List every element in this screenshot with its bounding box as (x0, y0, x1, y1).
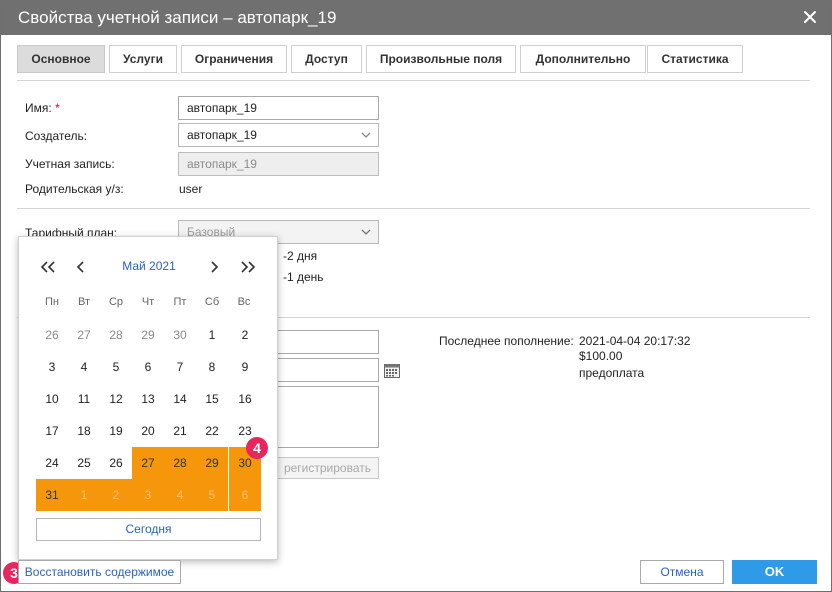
calendar-day[interactable]: 24 (36, 447, 68, 479)
account-label: Учетная запись: (25, 157, 115, 171)
calendar-month-label[interactable]: Май 2021 (79, 259, 219, 273)
calendar-day[interactable]: 27 (68, 319, 100, 351)
parent-account-label: Родительская у/з: (25, 182, 124, 196)
name-label: Имя: * (25, 101, 60, 115)
calendar-day-selected[interactable]: 5 (196, 479, 228, 511)
tab-additional[interactable]: Дополнительно (520, 45, 646, 73)
calendar-day[interactable]: 25 (68, 447, 100, 479)
account-input: автопарк_19 (178, 152, 379, 176)
account-properties-dialog: Свойства учетной записи – автопарк_19 Ос… (0, 0, 832, 592)
calendar-day[interactable]: 26 (100, 447, 132, 479)
calendar-day[interactable]: 12 (100, 383, 132, 415)
calendar-day[interactable]: 20 (132, 415, 164, 447)
tabs-divider (17, 80, 810, 81)
calendar-day[interactable]: 11 (68, 383, 100, 415)
calendar-day[interactable]: 19 (100, 415, 132, 447)
today-button[interactable]: Сегодня (36, 518, 261, 541)
weekday-wed: Ср (108, 296, 124, 308)
last-topup-amount: $100.00 (579, 349, 623, 363)
calendar-popup: Май 2021 Пн Вт Ср Чт Пт Сб Вс 26 27 28 2… (18, 236, 278, 560)
calendar-day[interactable]: 4 (68, 351, 100, 383)
calendar-day[interactable]: 28 (100, 319, 132, 351)
calendar-day-selected[interactable]: 1 (68, 479, 100, 511)
annotation-badge-4: 4 (246, 437, 268, 459)
last-topup-label: Последнее пополнение: (439, 334, 574, 348)
calendar-day[interactable]: 5 (100, 351, 132, 383)
calendar-day[interactable]: 18 (68, 415, 100, 447)
calendar-day[interactable]: 9 (229, 351, 261, 383)
chevron-down-icon (361, 132, 371, 138)
days-remaining-1: -2 дня (283, 249, 318, 263)
calendar-day[interactable]: 21 (164, 415, 196, 447)
weekday-fri: Пт (173, 296, 187, 308)
calendar-day[interactable]: 10 (36, 383, 68, 415)
calendar-day-selected[interactable]: 28 (164, 447, 196, 479)
weekday-sat: Сб (204, 296, 220, 308)
last-topup-type: предоплата (579, 366, 645, 380)
creator-label: Создатель: (25, 129, 88, 143)
calendar-day[interactable]: 7 (164, 351, 196, 383)
calendar-day-selected[interactable]: 3 (132, 479, 164, 511)
calendar-day[interactable]: 2 (229, 319, 261, 351)
weekday-tue: Вт (77, 296, 90, 308)
calendar-icon[interactable] (384, 363, 400, 378)
tab-main[interactable]: Основное (17, 45, 105, 73)
tab-restrictions[interactable]: Ограничения (181, 45, 287, 73)
calendar-day[interactable]: 6 (132, 351, 164, 383)
tab-access[interactable]: Доступ (291, 45, 362, 73)
dialog-title: Свойства учетной записи – автопарк_19 (18, 8, 337, 27)
weekday-mon: Пн (45, 296, 59, 308)
tab-statistics[interactable]: Статистика (647, 45, 743, 73)
creator-select-value: автопарк_19 (187, 128, 257, 142)
weekday-sun: Вс (237, 296, 251, 308)
calendar-day-selected[interactable]: 6 (229, 479, 261, 511)
chevron-down-icon (361, 229, 371, 235)
calendar-day[interactable]: 3 (36, 351, 68, 383)
name-input[interactable]: автопарк_19 (178, 96, 379, 120)
dialog-titlebar: Свойства учетной записи – автопарк_19 (1, 1, 831, 35)
tab-custom-fields[interactable]: Произвольные поля (366, 45, 516, 73)
calendar-day-selected[interactable]: 27 (132, 447, 164, 479)
calendar-day[interactable]: 15 (196, 383, 228, 415)
calendar-day[interactable]: 30 (164, 319, 196, 351)
ok-button[interactable]: OK (732, 560, 817, 584)
weekday-thu: Чт (141, 296, 155, 308)
next-year-icon[interactable] (239, 259, 257, 275)
restore-content-button[interactable]: Восстановить содержимое (18, 560, 181, 584)
last-topup-date: 2021-04-04 20:17:32 (579, 334, 691, 348)
calendar-day[interactable]: 13 (132, 383, 164, 415)
creator-select[interactable]: автопарк_19 (178, 123, 379, 147)
calendar-day[interactable]: 14 (164, 383, 196, 415)
calendar-day[interactable]: 22 (196, 415, 228, 447)
calendar-day-selected[interactable]: 29 (196, 447, 228, 479)
register-button: регистрировать (269, 457, 379, 479)
calendar-day[interactable]: 17 (36, 415, 68, 447)
calendar-day[interactable]: 26 (36, 319, 68, 351)
calendar-day-selected[interactable]: 31 (36, 479, 68, 511)
calendar-day[interactable]: 1 (196, 319, 228, 351)
section-divider-1 (17, 208, 810, 209)
calendar-day-selected[interactable]: 4 (164, 479, 196, 511)
calendar-day[interactable]: 29 (132, 319, 164, 351)
next-month-icon[interactable] (206, 259, 224, 275)
close-icon[interactable] (802, 9, 818, 25)
required-mark: * (55, 101, 60, 115)
calendar-day[interactable]: 8 (196, 351, 228, 383)
cancel-button[interactable]: Отмена (640, 560, 724, 584)
calendar-day-selected[interactable]: 2 (100, 479, 132, 511)
prev-year-icon[interactable] (39, 259, 57, 275)
days-remaining-2: -1 день (283, 270, 324, 284)
parent-account-value: user (179, 182, 203, 196)
calendar-day[interactable]: 16 (229, 383, 261, 415)
tab-services[interactable]: Услуги (109, 45, 177, 73)
